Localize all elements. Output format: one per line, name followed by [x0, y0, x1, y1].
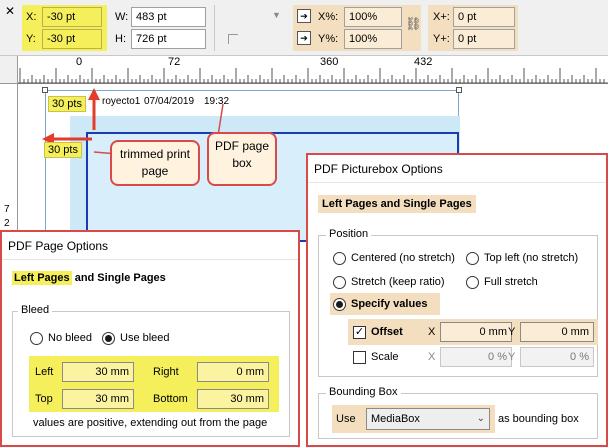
no-bleed-radio[interactable] — [30, 332, 43, 345]
bleed-group-title: Bleed — [18, 304, 53, 316]
bounding-box-select[interactable]: MediaBox ⌄ — [366, 408, 490, 430]
section-heading: Left Pages and Single Pages — [12, 271, 166, 285]
flip-horizontal-icon[interactable]: ➔ — [297, 9, 311, 23]
chevron-down-icon[interactable]: ▼ — [272, 10, 281, 20]
offset-y-field[interactable]: 0 mm — [520, 322, 594, 342]
bottom-label: Bottom — [153, 393, 188, 405]
dialog-title: PDF Picturebox Options — [308, 155, 606, 183]
heading-rest: and Single Pages — [71, 272, 166, 284]
top-bleed-label: 30 pts — [48, 96, 86, 112]
x-label: X: — [26, 11, 37, 23]
specify-values-radio[interactable] — [333, 298, 346, 311]
top-label: Top — [35, 393, 53, 405]
scale-checkbox[interactable] — [353, 351, 366, 364]
offset-x-label: X — [428, 326, 436, 338]
flip-vertical-icon[interactable]: ➔ — [297, 31, 311, 45]
top-bleed-field[interactable]: 30 mm — [62, 389, 134, 409]
y-field[interactable]: -30 pt — [42, 29, 102, 49]
vruler-label-2: 2 — [4, 218, 10, 229]
h-label: H: — [115, 33, 126, 45]
corner-handle[interactable] — [456, 87, 462, 93]
pdf-page-box-callout: PDF page box — [207, 132, 277, 186]
bounding-box-value: MediaBox — [371, 413, 420, 425]
separator — [214, 5, 215, 51]
left-bleed-field[interactable]: 30 mm — [62, 362, 134, 382]
full-stretch-label[interactable]: Full stretch — [484, 276, 538, 288]
xscale-label: X%: — [318, 11, 339, 23]
measurements-toolbar: ✕ X: -30 pt Y: -30 pt W: 483 pt H: 726 p… — [0, 0, 608, 56]
right-bleed-field[interactable]: 0 mm — [197, 362, 269, 382]
scale-x-label: X — [428, 351, 436, 363]
heading-highlight: Left Pages — [12, 271, 72, 285]
ruler-ticks — [18, 68, 608, 84]
origin-cross-icon: ✕ — [5, 4, 16, 18]
yscale-field[interactable]: 100% — [344, 29, 402, 49]
chain-link-icon[interactable]: ⛓ — [405, 16, 422, 32]
vertical-ruler[interactable]: 7 2 — [0, 84, 18, 234]
scale-x-field[interactable]: 0 % — [440, 347, 512, 367]
use-label: Use — [336, 413, 356, 425]
bleed-note: values are positive, extending out from … — [33, 417, 268, 429]
offset-checkbox[interactable]: ✓ — [353, 326, 366, 339]
no-bleed-label[interactable]: No bleed — [48, 332, 92, 344]
left-label: Left — [35, 366, 54, 378]
right-label: Right — [153, 366, 179, 378]
top-left-radio[interactable] — [466, 252, 479, 265]
trimmed-page-callout: trimmed print page — [110, 140, 200, 186]
section-heading: Left Pages and Single Pages — [318, 195, 476, 213]
full-stretch-radio[interactable] — [466, 276, 479, 289]
bounding-box-group-title: Bounding Box — [326, 386, 401, 398]
left-bleed-label: 30 pts — [44, 142, 82, 158]
yscale-label: Y%: — [318, 33, 339, 45]
yoffset-field[interactable]: 0 pt — [453, 29, 515, 49]
pdf-picturebox-options-dialog: PDF Picturebox Options Left Pages and Si… — [306, 153, 608, 447]
w-field[interactable]: 483 pt — [131, 7, 206, 27]
specify-values-label[interactable]: Specify values — [351, 298, 427, 310]
top-left-label[interactable]: Top left (no stretch) — [484, 252, 578, 264]
corner-icon — [228, 34, 238, 44]
stretch-keep-radio[interactable] — [333, 276, 346, 289]
stretch-keep-label[interactable]: Stretch (keep ratio) — [351, 276, 445, 288]
ruler-label-72: 72 — [168, 56, 181, 68]
dialog-title: PDF Page Options — [2, 232, 298, 260]
use-bleed-radio[interactable] — [102, 332, 115, 345]
trimmed-page-callout-text: trimmed print page — [119, 147, 190, 178]
bbox-suffix: as bounding box — [498, 413, 579, 425]
x-field[interactable]: -30 pt — [42, 7, 102, 27]
yoffset-label: Y+: — [433, 33, 450, 45]
offset-x-field[interactable]: 0 mm — [440, 322, 512, 342]
position-group-title: Position — [326, 228, 372, 240]
ruler-label-432: 432 — [414, 56, 433, 68]
pdf-page-box-callout-text: PDF page box — [214, 139, 270, 170]
offset-y-label: Y — [508, 326, 516, 338]
scale-y-label: Y — [508, 351, 516, 363]
scale-y-field[interactable]: 0 % — [520, 347, 594, 367]
centered-radio[interactable] — [333, 252, 346, 265]
bottom-bleed-field[interactable]: 30 mm — [197, 389, 269, 409]
pdf-page-options-dialog: PDF Page Options Left Pages and Single P… — [0, 230, 300, 447]
h-field[interactable]: 726 pt — [131, 29, 206, 49]
xoffset-label: X+: — [433, 11, 450, 23]
xscale-field[interactable]: 100% — [344, 7, 402, 27]
w-label: W: — [115, 11, 129, 23]
y-label: Y: — [26, 33, 36, 45]
scale-label: Scale — [371, 351, 399, 363]
centered-label[interactable]: Centered (no stretch) — [351, 252, 455, 264]
ruler-corner — [0, 56, 18, 84]
vruler-label-7: 7 — [4, 204, 10, 215]
use-bleed-label[interactable]: Use bleed — [120, 332, 170, 344]
ruler-label-0: 0 — [76, 56, 83, 68]
xoffset-field[interactable]: 0 pt — [453, 7, 515, 27]
horizontal-ruler[interactable]: 0 72 360 432 — [18, 56, 608, 84]
chevron-down-icon: ⌄ — [476, 413, 485, 424]
ruler-label-360: 360 — [320, 56, 339, 68]
offset-label: Offset — [371, 326, 403, 338]
